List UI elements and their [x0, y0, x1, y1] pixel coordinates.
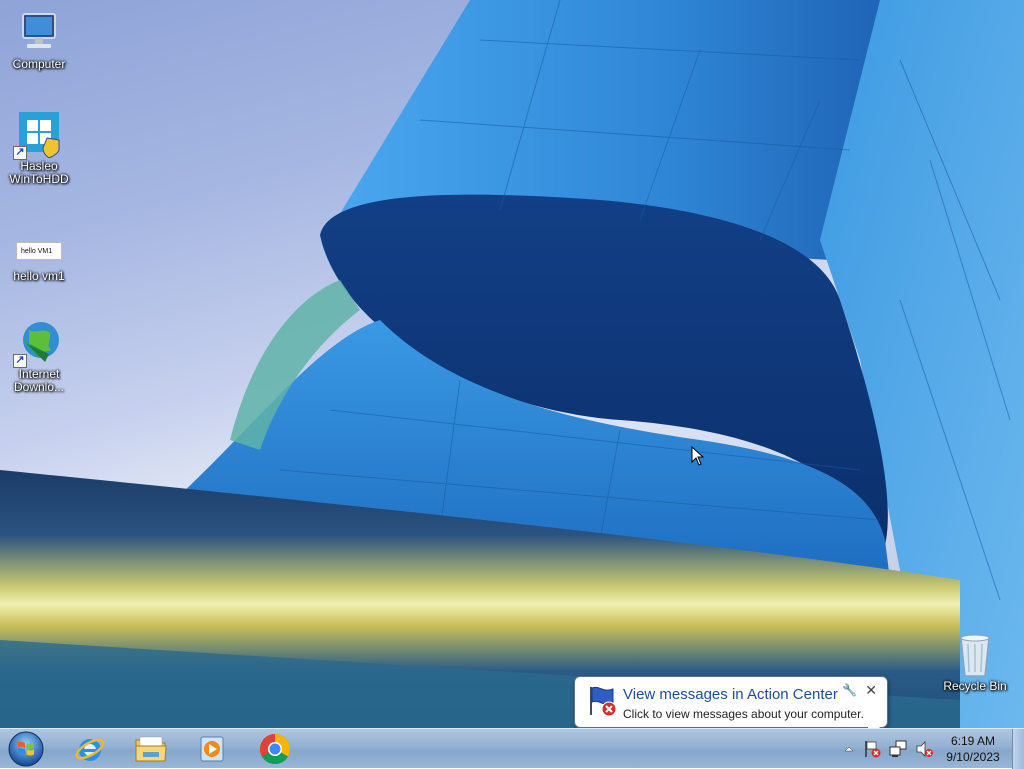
balloon-close-button[interactable]: ✕ [865, 683, 877, 697]
recycle-bin-desktop-icon[interactable]: Recycle Bin [937, 630, 1013, 693]
action-center-flag-icon [590, 686, 617, 717]
hello-vm1-thumbnail-text: hello VM1 [16, 242, 62, 260]
balloon-text[interactable]: Click to view messages about your comput… [623, 707, 864, 721]
action-center-flag-icon[interactable] [862, 739, 882, 759]
mouse-cursor-icon [691, 446, 705, 466]
hasleo-wintohdd-desktop-icon[interactable]: ↗ Hasleo WinToHDD [1, 110, 77, 186]
hello-vm1-label: hello vm1 [13, 269, 65, 283]
network-icon[interactable] [888, 739, 908, 759]
clock-time: 6:19 AM [950, 734, 996, 748]
text-file-thumbnail-icon: hello VM1 [15, 234, 63, 268]
volume-muted-icon[interactable] [914, 739, 934, 759]
chrome-taskbar-button[interactable] [246, 729, 304, 769]
start-button[interactable] [2, 729, 50, 769]
balloon-options-icon[interactable]: 🔧 [842, 683, 857, 697]
windows-explorer-taskbar-button[interactable] [122, 729, 180, 769]
recycle-bin-label: Recycle Bin [943, 679, 1007, 693]
recycle-bin-icon [951, 630, 999, 678]
show-desktop-button[interactable] [1012, 729, 1024, 769]
hasleo-wintohdd-label: Hasleo WinToHDD [9, 159, 69, 186]
clock-date: 9/10/2023 [946, 750, 1000, 764]
taskbar: 6:19 AM 9/10/2023 [0, 728, 1024, 769]
chrome-icon [259, 734, 291, 765]
internet-download-manager-icon: ↗ [13, 318, 63, 368]
hello-vm1-desktop-icon[interactable]: hello VM1 hello vm1 [1, 234, 77, 283]
computer-icon [15, 8, 63, 56]
internet-download-manager-desktop-icon[interactable]: ↗ Internet Downlo... [1, 318, 77, 394]
computer-label: Computer [12, 57, 66, 71]
computer-desktop-icon[interactable]: Computer [1, 8, 77, 71]
taskbar-clock[interactable]: 6:19 AM 9/10/2023 [932, 729, 1014, 769]
folder-icon [135, 736, 167, 762]
balloon-title[interactable]: View messages in Action Center [623, 686, 838, 703]
shortcut-arrow-icon: ↗ [13, 146, 27, 160]
wallpaper [0, 0, 1024, 728]
desktop[interactable]: Computer ↗ Hasleo WinToHDD hello VM1 hel… [0, 0, 1024, 728]
internet-explorer-taskbar-button[interactable] [61, 729, 119, 769]
media-player-icon [200, 736, 224, 762]
shortcut-arrow-icon: ↗ [13, 354, 27, 368]
action-center-balloon[interactable]: View messages in Action Center Click to … [574, 676, 888, 728]
show-hidden-icons-arrow[interactable] [842, 742, 856, 756]
windows-orb-icon [8, 731, 44, 767]
hasleo-wintohdd-icon: ↗ [13, 110, 63, 160]
internet-explorer-icon [75, 738, 105, 761]
internet-download-manager-label: Internet Downlo... [13, 367, 65, 394]
system-tray [842, 729, 934, 769]
media-player-taskbar-button[interactable] [183, 729, 241, 769]
